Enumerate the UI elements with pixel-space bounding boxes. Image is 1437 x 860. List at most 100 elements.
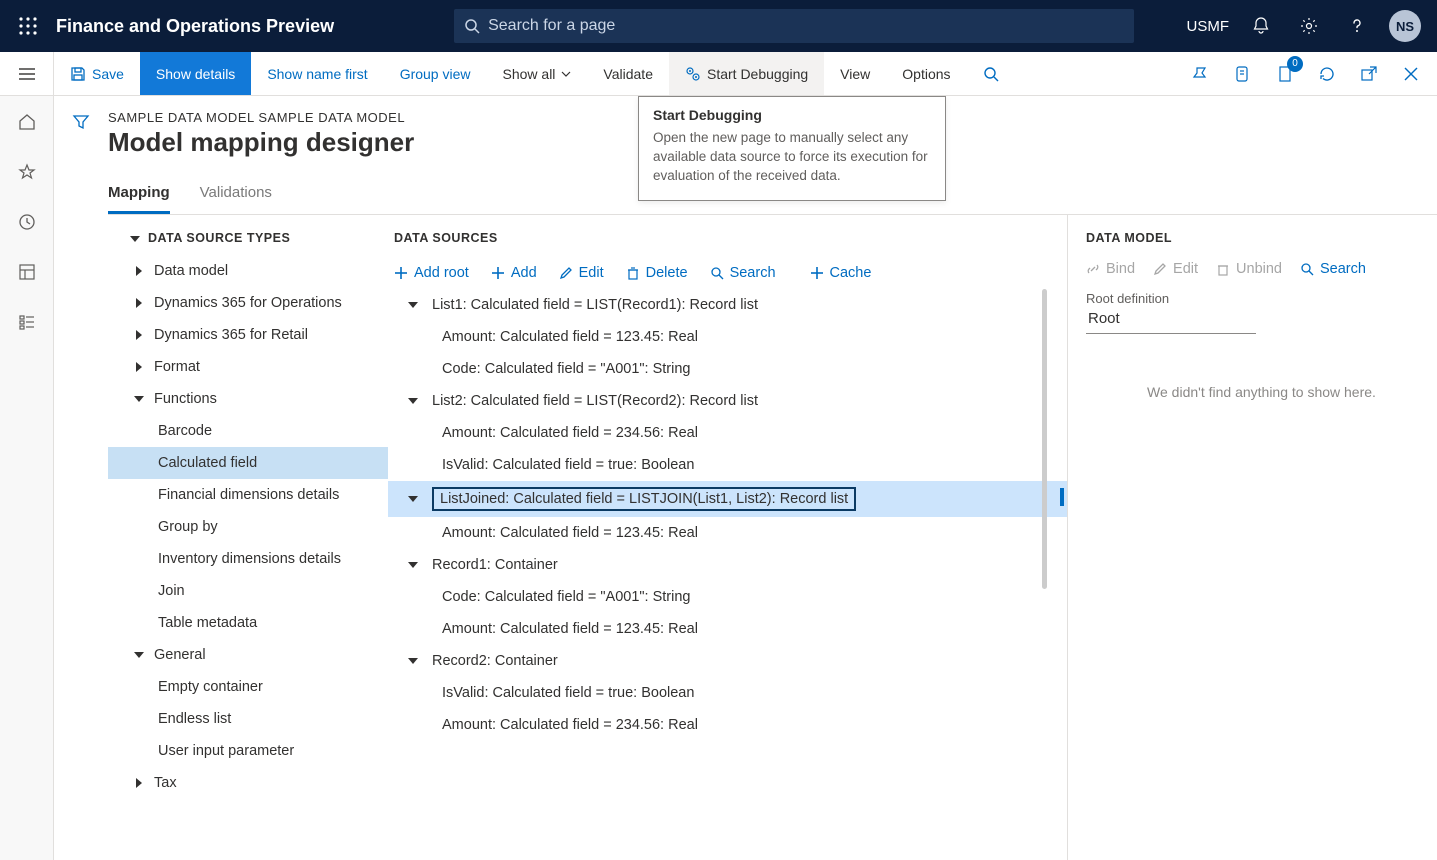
gear-icon[interactable] [1293,10,1325,42]
search-sources-button[interactable]: Search [710,265,776,281]
plus-icon [491,266,505,280]
tree-item[interactable]: Tax [108,767,388,799]
ds-row[interactable]: List2: Calculated field = LIST(Record2):… [388,385,1067,417]
tree-item[interactable]: Financial dimensions details [108,479,388,511]
chevron-right-icon[interactable] [132,264,146,278]
rail-home-icon[interactable] [11,106,43,138]
chevron-right-icon[interactable] [132,776,146,790]
tree-item[interactable]: Calculated field [108,447,388,479]
delete-button[interactable]: Delete [626,265,688,281]
chevron-down-icon[interactable] [130,231,140,245]
waffle-icon[interactable] [10,8,46,44]
company-code[interactable]: USMF [1187,18,1230,35]
rail-modules-icon[interactable] [11,306,43,338]
tree-item[interactable]: User input parameter [108,735,388,767]
model-search-button[interactable]: Search [1300,261,1366,277]
group-view-button[interactable]: Group view [384,52,487,95]
close-icon[interactable] [1393,56,1429,92]
options-button[interactable]: Options [886,52,966,95]
model-heading: DATA MODEL [1086,215,1437,255]
tab-mapping[interactable]: Mapping [108,176,170,214]
bind-button[interactable]: Bind [1086,261,1135,277]
tree-item[interactable]: Group by [108,511,388,543]
chevron-right-icon[interactable] [132,360,146,374]
show-details-button[interactable]: Show details [140,52,251,95]
tree-item[interactable]: Format [108,351,388,383]
tree-item[interactable]: Data model [108,255,388,287]
root-definition-value[interactable]: Root [1086,306,1256,334]
save-button[interactable]: Save [54,52,140,95]
chevron-down-icon[interactable] [132,648,146,662]
pencil-icon [1153,262,1167,276]
popout-icon[interactable] [1351,56,1387,92]
global-search[interactable] [454,9,1134,43]
tab-validations[interactable]: Validations [200,176,272,214]
show-name-first-button[interactable]: Show name first [251,52,383,95]
ds-row[interactable]: Amount: Calculated field = 234.56: Real [388,417,1067,449]
help-icon[interactable] [1341,10,1373,42]
hamburger-icon[interactable] [0,52,54,95]
debug-icon [685,66,701,82]
ds-row[interactable]: Amount: Calculated field = 123.45: Real [388,613,1067,645]
view-button[interactable]: View [824,52,886,95]
find-button[interactable] [967,52,1015,95]
edit-button[interactable]: Edit [559,265,604,281]
rail-recent-icon[interactable] [11,206,43,238]
chevron-down-icon[interactable] [406,298,420,312]
start-debugging-button[interactable]: Start Debugging [669,52,824,95]
attachment-icon[interactable] [1225,56,1261,92]
ds-row[interactable]: IsValid: Calculated field = true: Boolea… [388,449,1067,481]
find-icon [983,66,999,82]
add-root-button[interactable]: Add root [394,265,469,281]
chevron-down-icon[interactable] [132,392,146,406]
ds-row[interactable]: Record1: Container [388,549,1067,581]
rail-workspaces-icon[interactable] [11,256,43,288]
chevron-down-icon[interactable] [406,558,420,572]
filter-icon[interactable] [65,106,97,138]
unbind-button[interactable]: Unbind [1216,261,1282,277]
chevron-right-icon[interactable] [132,296,146,310]
ds-row[interactable]: Code: Calculated field = "A001": String [388,353,1067,385]
tree-item[interactable]: Functions [108,383,388,415]
tree-item-label: Financial dimensions details [158,487,339,503]
chevron-down-icon[interactable] [406,654,420,668]
ds-row[interactable]: Amount: Calculated field = 234.56: Real [388,709,1067,741]
ds-row[interactable]: Amount: Calculated field = 123.45: Real [388,517,1067,549]
tree-item[interactable]: Endless list [108,703,388,735]
ds-row[interactable]: Code: Calculated field = "A001": String [388,581,1067,613]
model-edit-button[interactable]: Edit [1153,261,1198,277]
tree-item[interactable]: Inventory dimensions details [108,543,388,575]
chevron-down-icon[interactable] [406,394,420,408]
chevron-down-icon[interactable] [406,492,420,506]
search-icon [710,266,724,280]
tree-item[interactable]: Empty container [108,671,388,703]
refresh-icon[interactable] [1309,56,1345,92]
global-search-input[interactable] [488,17,1124,35]
ds-row[interactable]: Amount: Calculated field = 123.45: Real [388,321,1067,353]
ds-row[interactable]: IsValid: Calculated field = true: Boolea… [388,677,1067,709]
show-all-dropdown[interactable]: Show all [487,52,588,95]
chevron-right-icon[interactable] [132,328,146,342]
cache-button[interactable]: Cache [810,265,872,281]
rail-favorites-icon[interactable] [11,156,43,188]
tree-item[interactable]: Dynamics 365 for Retail [108,319,388,351]
tree-item[interactable]: Dynamics 365 for Operations [108,287,388,319]
pin-icon[interactable] [1183,56,1219,92]
ds-row-selected[interactable]: ListJoined: Calculated field = LISTJOIN(… [388,483,1067,515]
unbind-label: Unbind [1236,261,1282,277]
tree-item[interactable]: General [108,639,388,671]
tree-item[interactable]: Join [108,575,388,607]
document-icon[interactable]: 0 [1267,56,1303,92]
ds-row[interactable]: Record2: Container [388,645,1067,677]
add-button[interactable]: Add [491,265,537,281]
tree-item[interactable]: Barcode [108,415,388,447]
validate-button[interactable]: Validate [587,52,669,95]
ds-row[interactable]: List1: Calculated field = LIST(Record1):… [388,289,1067,321]
tree-item[interactable]: Table metadata [108,607,388,639]
scrollbar[interactable] [1042,289,1047,741]
bell-icon[interactable] [1245,10,1277,42]
data-source-types-panel: DATA SOURCE TYPES Data modelDynamics 365… [108,215,388,860]
avatar[interactable]: NS [1389,10,1421,42]
empty-message: We didn't find anything to show here. [1086,384,1437,400]
drag-handle-icon[interactable] [1057,488,1067,508]
